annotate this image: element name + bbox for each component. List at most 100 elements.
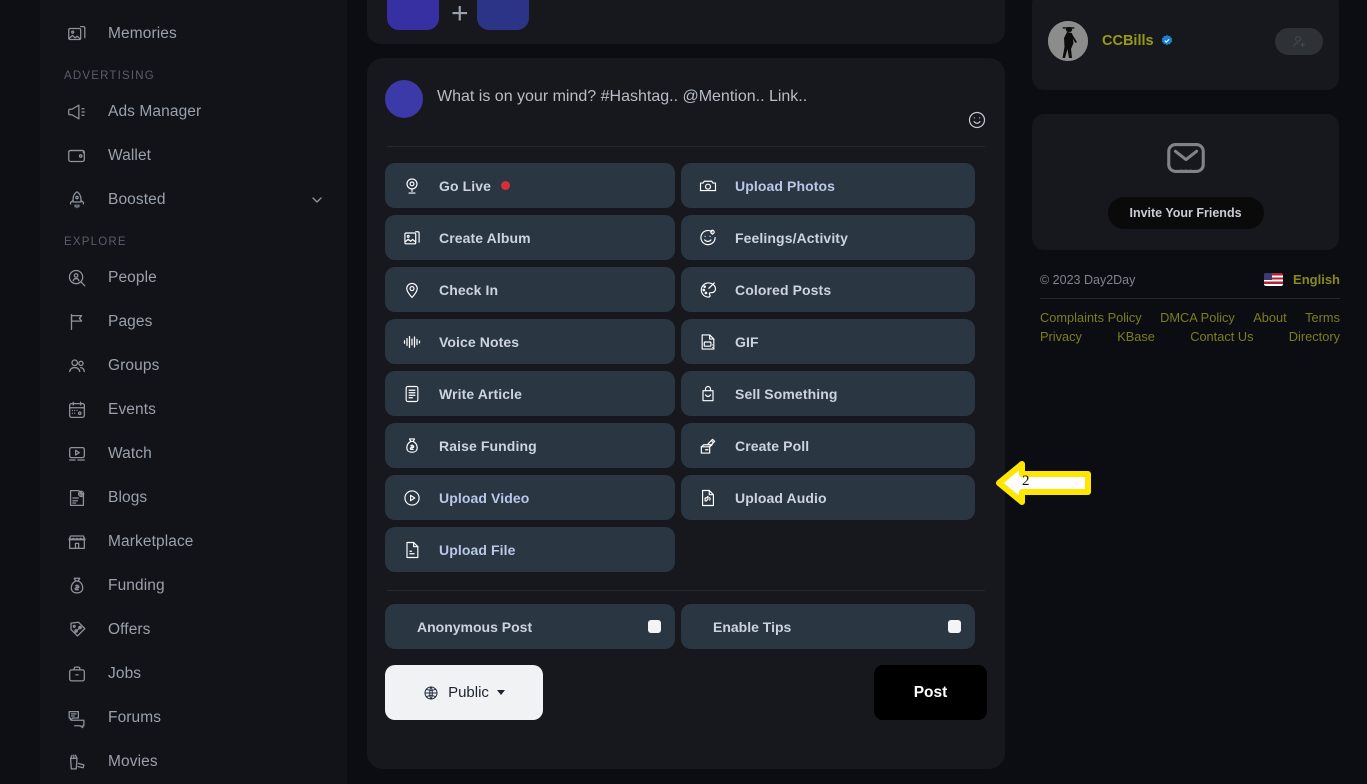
footer-link-kbase[interactable]: KBase — [1117, 327, 1155, 346]
camera-icon — [697, 175, 719, 197]
stories-card[interactable]: + — [367, 0, 1005, 44]
option-raise-funding[interactable]: Raise Funding — [385, 423, 675, 468]
audio-file-icon — [697, 487, 719, 509]
option-go-live[interactable]: Go Live — [385, 163, 675, 208]
user-avatar — [1048, 21, 1088, 61]
app-root: Memories ADVERTISING Ads Manager Wallet — [0, 0, 1367, 784]
footer-divider — [1040, 298, 1340, 299]
smiley-icon[interactable] — [967, 110, 987, 130]
footer-link-privacy[interactable]: Privacy — [1040, 327, 1082, 346]
composer-divider — [387, 146, 985, 147]
left-rail — [0, 0, 40, 784]
story-avatar[interactable] — [476, 0, 529, 30]
sidebar-item-label: Events — [108, 401, 156, 418]
arrow-left-shape — [996, 461, 1091, 505]
people-search-icon — [64, 265, 90, 291]
option-label: Write Article — [439, 385, 522, 402]
center-column: + What is on your mind? #Hashtag.. @Ment… — [347, 0, 1020, 784]
sidebar-item-blogs[interactable]: Blogs — [40, 476, 347, 520]
rocket-icon — [64, 187, 90, 213]
option-upload-photos[interactable]: Upload Photos — [681, 163, 975, 208]
option-create-album[interactable]: Create Album — [385, 215, 675, 260]
chevron-down-icon[interactable] — [496, 690, 505, 695]
sidebar-item-saved[interactable] — [40, 0, 347, 12]
annotation-number: 2 — [1022, 473, 1030, 489]
profile-card[interactable]: CCBills — [1032, 0, 1339, 90]
store-icon — [64, 529, 90, 555]
toggle-enable-tips[interactable]: Enable Tips — [681, 604, 975, 652]
sidebar-item-funding[interactable]: Funding — [40, 564, 347, 608]
story-avatar[interactable] — [387, 0, 439, 30]
sidebar-section-advertising: ADVERTISING — [64, 70, 155, 82]
post-composer-card: What is on your mind? #Hashtag.. @Mentio… — [367, 58, 1005, 769]
tag-percent-icon — [64, 617, 90, 643]
option-upload-audio[interactable]: Upload Audio — [681, 475, 975, 520]
go-live-icon — [401, 175, 423, 197]
sidebar-item-label: Forums — [108, 709, 162, 726]
footer: © 2023 Day2Day English Complaints Policy… — [1040, 272, 1340, 346]
option-upload-video[interactable]: Upload Video — [385, 475, 675, 520]
footer-link-terms[interactable]: Terms — [1305, 308, 1340, 327]
sidebar-item-label: Boosted — [108, 191, 166, 208]
sidebar-item-label: Wallet — [108, 147, 152, 164]
anonymous-post-checkbox[interactable] — [648, 620, 661, 633]
privacy-label: Public — [448, 684, 489, 701]
option-label: Go Live — [439, 177, 492, 194]
sidebar-item-memories[interactable]: Memories — [40, 12, 347, 56]
sidebar-item-marketplace[interactable]: Marketplace — [40, 520, 347, 564]
money-bag-icon — [64, 573, 90, 599]
option-label: Upload Photos — [735, 177, 836, 194]
sidebar-item-ads-manager[interactable]: Ads Manager — [40, 90, 347, 134]
option-create-poll[interactable]: Create Poll — [681, 423, 975, 468]
sidebar-item-watch[interactable]: Watch — [40, 432, 347, 476]
toggle-anonymous-post[interactable]: Anonymous Post — [385, 604, 675, 650]
file-icon — [401, 539, 423, 561]
option-colored-posts[interactable]: Colored Posts — [681, 267, 975, 312]
movie-icon — [64, 749, 90, 775]
post-text-input[interactable]: What is on your mind? #Hashtag.. @Mentio… — [437, 88, 807, 106]
article-icon — [401, 383, 423, 405]
post-button[interactable]: Post — [874, 665, 987, 720]
left-sidebar[interactable]: Memories ADVERTISING Ads Manager Wallet — [40, 0, 347, 784]
sidebar-item-movies[interactable]: Movies — [40, 740, 347, 784]
toggle-label: Anonymous Post — [417, 618, 533, 635]
footer-link-about[interactable]: About — [1253, 308, 1286, 327]
enable-tips-checkbox[interactable] — [948, 620, 961, 633]
sidebar-item-label: Groups — [108, 357, 160, 374]
add-user-button[interactable] — [1275, 27, 1323, 55]
sidebar-item-boosted[interactable]: Boosted — [40, 178, 347, 222]
option-write-article[interactable]: Write Article — [385, 371, 675, 416]
sidebar-item-wallet[interactable]: Wallet — [40, 134, 347, 178]
language-selector[interactable]: English — [1264, 272, 1340, 287]
groups-icon — [64, 353, 90, 379]
option-check-in[interactable]: Check In — [385, 267, 675, 312]
option-feelings-activity[interactable]: Feelings/Activity — [681, 215, 975, 260]
post-button-label: Post — [913, 683, 948, 701]
option-sell-something[interactable]: Sell Something — [681, 371, 975, 416]
privacy-selector[interactable]: Public — [385, 665, 543, 720]
sidebar-item-events[interactable]: Events — [40, 388, 347, 432]
money-bag-icon — [401, 435, 423, 457]
invite-your-friends-button[interactable]: Invite Your Friends — [1107, 197, 1264, 229]
option-gif[interactable]: GIF — [681, 319, 975, 364]
footer-link-dmca-policy[interactable]: DMCA Policy — [1160, 308, 1235, 327]
sidebar-item-pages[interactable]: Pages — [40, 300, 347, 344]
footer-link-complaints-policy[interactable]: Complaints Policy — [1040, 308, 1142, 327]
footer-link-directory[interactable]: Directory — [1289, 327, 1340, 346]
sidebar-item-people[interactable]: People — [40, 256, 347, 300]
language-label: English — [1293, 272, 1340, 287]
chevron-down-icon[interactable] — [309, 192, 325, 208]
option-voice-notes[interactable]: Voice Notes — [385, 319, 675, 364]
add-story-plus-icon[interactable]: + — [451, 0, 469, 29]
sidebar-item-jobs[interactable]: Jobs — [40, 652, 347, 696]
footer-link-contact-us[interactable]: Contact Us — [1190, 327, 1253, 346]
profile-name: CCBills — [1102, 33, 1174, 49]
us-flag-icon — [1264, 273, 1284, 286]
sidebar-item-groups[interactable]: Groups — [40, 344, 347, 388]
option-upload-file[interactable]: Upload File — [385, 527, 675, 572]
sidebar-item-offers[interactable]: Offers — [40, 608, 347, 652]
sidebar-item-forums[interactable]: Forums — [40, 696, 347, 740]
option-label: Voice Notes — [439, 333, 520, 350]
composer-header: What is on your mind? #Hashtag.. @Mentio… — [385, 80, 987, 130]
feelings-icon — [697, 227, 719, 249]
